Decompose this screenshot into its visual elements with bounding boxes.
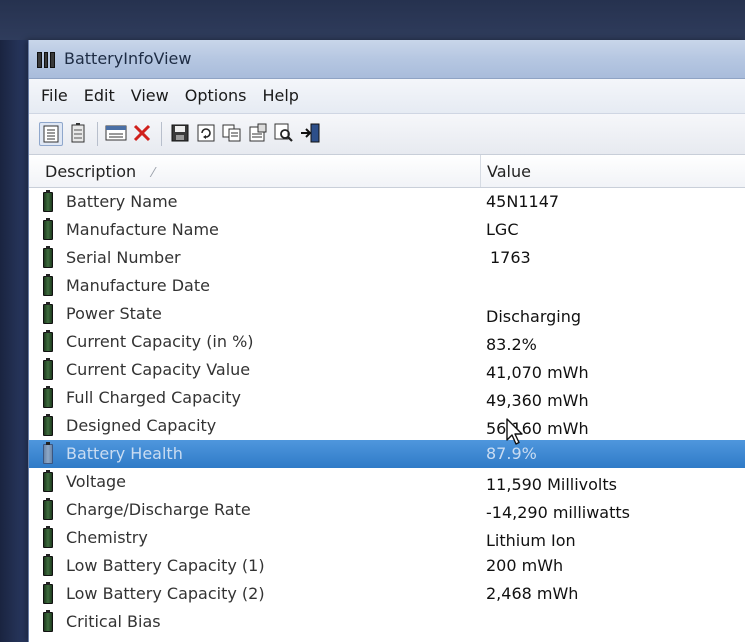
battery-icon (43, 302, 53, 324)
row-value: Discharging (486, 307, 582, 326)
battery-icon (43, 610, 53, 632)
list-header: Description ⁄ Value (29, 155, 745, 188)
row-value: 200 mWh (486, 556, 564, 575)
row-description: Power State (66, 304, 162, 323)
list-item[interactable]: Designed Capacity 56,160 mWh (29, 412, 745, 440)
battery-icon (43, 358, 53, 380)
save-icon[interactable] (169, 122, 191, 144)
battery-info-list: Battery Name 45N1147 Manufacture Name LGC … (29, 188, 745, 642)
row-description: Low Battery Capacity (2) (66, 584, 265, 603)
toolbar (29, 114, 745, 155)
battery-icon (43, 386, 53, 408)
row-description: Manufacture Date (66, 276, 210, 295)
title-bar[interactable]: BatteryInfoView (29, 40, 745, 79)
menu-edit[interactable]: Edit (76, 79, 123, 113)
list-item[interactable]: Manufacture Date (29, 272, 745, 300)
desktop-background-left (0, 40, 28, 642)
delete-icon[interactable] (131, 122, 153, 144)
menu-view[interactable]: View (123, 79, 177, 113)
list-item[interactable]: Low Battery Capacity (1) 200 mWh (29, 552, 745, 580)
battery-icon (43, 442, 53, 464)
list-item[interactable]: Battery Name 45N1147 (29, 188, 745, 216)
list-item[interactable]: Low Battery Capacity (2) 2,468 mWh (29, 580, 745, 608)
row-value: 1763 (490, 248, 531, 267)
list-item[interactable]: Voltage 11,590 Millivolts (29, 468, 745, 496)
list-item[interactable]: Full Charged Capacity 49,360 mWh (29, 384, 745, 412)
row-value: Lithium Ion (486, 531, 576, 550)
toolbar-separator (97, 122, 98, 146)
row-value: 49,360 mWh (486, 391, 589, 410)
row-description: Low Battery Capacity (1) (66, 556, 265, 575)
row-value: LGC (486, 220, 519, 239)
menu-help[interactable]: Help (254, 79, 306, 113)
exit-icon[interactable] (299, 122, 321, 144)
list-item[interactable]: Critical Bias (29, 608, 745, 636)
battery-icon (43, 274, 53, 296)
mouse-pointer-icon (506, 418, 523, 445)
row-description: Serial Number (66, 248, 181, 267)
row-description: Voltage (66, 472, 127, 491)
list-item[interactable]: Power State Discharging (29, 300, 745, 328)
row-value: 83.2% (486, 335, 537, 354)
row-value: 56,160 mWh (486, 419, 589, 438)
list-item[interactable]: Current Capacity (in %) 83.2% (29, 328, 745, 356)
row-value: 11,590 Millivolts (486, 475, 617, 494)
battery-icon (43, 190, 53, 212)
toolbar-separator (161, 122, 162, 146)
battery-icon (43, 470, 53, 492)
row-description: Chemistry (66, 528, 148, 547)
menu-bar: File Edit View Options Help (29, 79, 745, 114)
list-item[interactable]: Serial Number 1763 (29, 244, 745, 272)
details-view-icon[interactable] (39, 122, 63, 146)
battery-icon (43, 246, 53, 268)
menu-file[interactable]: File (29, 79, 76, 113)
list-item[interactable]: Manufacture Name LGC (29, 216, 745, 244)
column-header-value[interactable]: Value (485, 155, 745, 187)
find-icon[interactable] (273, 122, 295, 144)
battery-icon (43, 498, 53, 520)
list-item[interactable]: Chemistry Lithium Ion (29, 524, 745, 552)
row-description: Designed Capacity (66, 416, 217, 435)
row-description: Battery Health (66, 444, 183, 463)
refresh-icon[interactable] (195, 122, 217, 144)
row-description: Charge/Discharge Rate (66, 500, 251, 519)
row-value: 45N1147 (486, 192, 560, 211)
row-value: 41,070 mWh (486, 363, 589, 382)
column-resize-icon: ⁄ (152, 166, 155, 181)
battery-icon (43, 554, 53, 576)
list-item-selected[interactable]: Battery Health 87.9% (29, 440, 745, 468)
column-header-description-label: Description (45, 162, 137, 181)
battery-icon (43, 218, 53, 240)
menu-options[interactable]: Options (177, 79, 255, 113)
app-window: BatteryInfoView File Edit View Options H… (28, 40, 745, 642)
row-description: Current Capacity Value (66, 360, 251, 379)
window-title: BatteryInfoView (64, 49, 192, 68)
list-item[interactable]: Current Capacity Value 41,070 mWh (29, 356, 745, 384)
battery-icon (43, 582, 53, 604)
row-description: Full Charged Capacity (66, 388, 242, 407)
row-description: Current Capacity (in %) (66, 332, 254, 351)
battery-icon (43, 526, 53, 548)
battery-icon (43, 414, 53, 436)
row-description: Manufacture Name (66, 220, 219, 239)
battery-view-icon[interactable] (67, 122, 89, 144)
app-icon (37, 52, 56, 68)
log-view-icon[interactable] (105, 122, 127, 144)
battery-icon (43, 330, 53, 352)
desktop-background (0, 0, 745, 40)
column-header-description[interactable]: Description ⁄ (29, 155, 481, 187)
row-description: Battery Name (66, 192, 178, 211)
copy-icon[interactable] (221, 122, 243, 144)
row-value: -14,290 milliwatts (486, 503, 630, 522)
row-description: Critical Bias (66, 612, 161, 631)
properties-icon[interactable] (247, 122, 269, 144)
row-value: 2,468 mWh (486, 584, 579, 603)
list-item[interactable]: Charge/Discharge Rate -14,290 milliwatts (29, 496, 745, 524)
